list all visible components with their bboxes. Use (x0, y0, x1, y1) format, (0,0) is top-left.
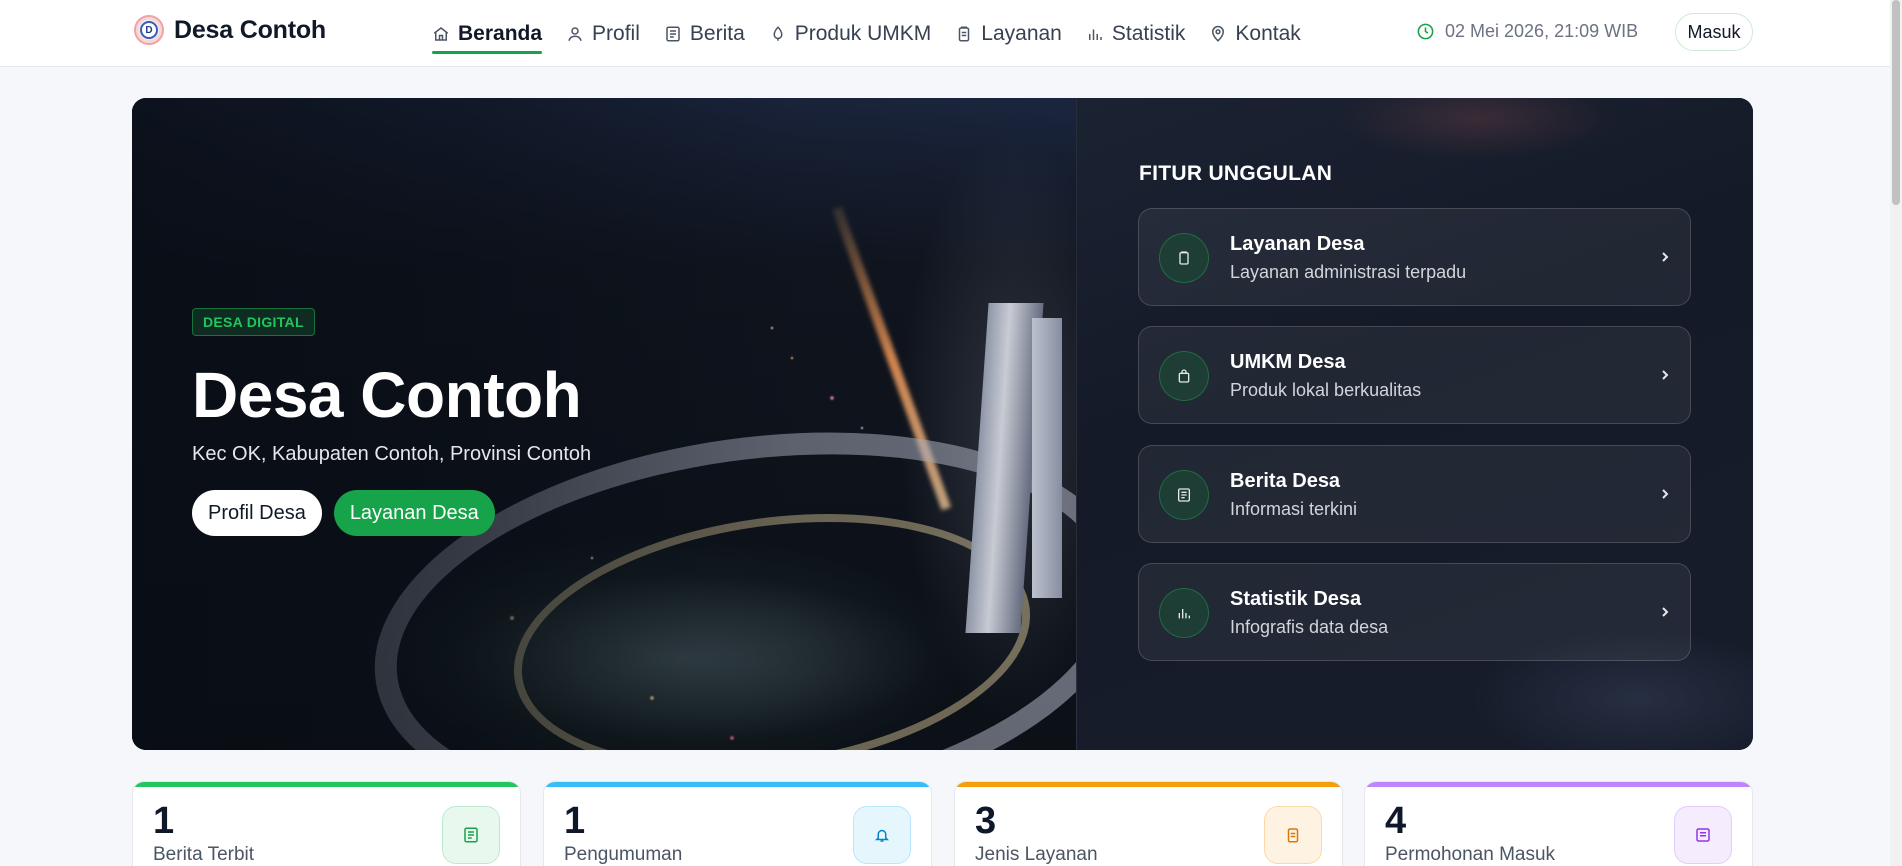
user-icon (566, 25, 584, 43)
clock-icon (1417, 23, 1434, 40)
feature-name: UMKM Desa (1230, 351, 1346, 373)
brand[interactable]: D Desa Contoh (134, 15, 326, 45)
stat-accent-bar (544, 782, 931, 787)
newspaper-icon (442, 806, 500, 864)
stat-label: Permohonan Masuk (1385, 844, 1556, 865)
chevron-right-icon (1658, 484, 1672, 504)
nav-label: Profil (592, 21, 640, 45)
stat-label: Jenis Layanan (975, 844, 1098, 865)
stat-accent-bar (133, 782, 520, 787)
bell-icon (853, 806, 911, 864)
nav-label: Produk UMKM (794, 21, 932, 45)
logo-letter: D (140, 21, 158, 39)
featured-panel: FITUR UNGGULAN Layanan Desa Layanan admi… (1076, 98, 1753, 750)
stat-accent-bar (1365, 782, 1752, 787)
page-scrollbar[interactable] (1890, 0, 1902, 866)
feature-card-berita[interactable]: Berita Desa Informasi terkini (1138, 445, 1691, 543)
stat-card-pengumuman: 1 Pengumuman (543, 781, 932, 866)
layanan-desa-button[interactable]: Layanan Desa (333, 490, 495, 537)
feature-desc: Informasi terkini (1230, 499, 1358, 519)
stat-card-permohonan: 4 Permohonan Masuk (1364, 781, 1753, 866)
hero-title: Desa Contoh (192, 359, 582, 431)
nav-item-profil[interactable]: Profil (566, 14, 640, 54)
map-pin-icon (1209, 25, 1227, 43)
hero-section: DESA DIGITAL Desa Contoh Kec OK, Kabupat… (132, 98, 1753, 750)
chevron-right-icon (1658, 365, 1672, 385)
profil-desa-button[interactable]: Profil Desa (192, 490, 322, 537)
stat-label: Pengumuman (564, 844, 683, 865)
stat-value: 3 (975, 800, 997, 842)
feature-name: Statistik Desa (1230, 588, 1362, 610)
stat-accent-bar (955, 782, 1342, 787)
stat-card-berita: 1 Berita Terbit (132, 781, 521, 866)
chevron-right-icon (1658, 247, 1672, 267)
stat-value: 1 (153, 800, 175, 842)
feature-name: Layanan Desa (1230, 233, 1365, 255)
top-navbar: D Desa Contoh Beranda Profil Berita Prod… (0, 0, 1890, 67)
nav-label: Kontak (1235, 21, 1301, 45)
chevron-right-icon (1658, 602, 1672, 622)
clipboard-icon (1159, 233, 1209, 283)
nav-label: Berita (689, 21, 745, 45)
feature-name: Berita Desa (1230, 470, 1341, 492)
newspaper-icon (664, 25, 682, 43)
brand-name: Desa Contoh (174, 15, 326, 44)
main-nav: Beranda Profil Berita Produk UMKM Layana… (432, 0, 1301, 67)
stat-card-layanan: 3 Jenis Layanan (954, 781, 1343, 866)
nav-item-kontak[interactable]: Kontak (1209, 14, 1301, 54)
nav-item-berita[interactable]: Berita (664, 14, 745, 54)
inbox-icon (1674, 806, 1732, 864)
newspaper-icon (1159, 470, 1209, 520)
clipboard-icon (1264, 806, 1322, 864)
hero-badge: DESA DIGITAL (192, 308, 315, 336)
village-logo: D (134, 15, 164, 45)
feature-card-layanan[interactable]: Layanan Desa Layanan administrasi terpad… (1138, 208, 1691, 306)
stat-label: Berita Terbit (153, 844, 255, 865)
feature-desc: Produk lokal berkualitas (1230, 380, 1422, 400)
hero-actions: Profil Desa Layanan Desa (192, 490, 792, 537)
datetime-display: 02 Mei 2026, 21:09 WIB (1416, 21, 1638, 42)
nav-label: Statistik (1111, 21, 1186, 45)
hero-subtitle: Kec OK, Kabupaten Contoh, Provinsi Conto… (192, 443, 592, 466)
nav-item-layanan[interactable]: Layanan (955, 14, 1062, 54)
datetime-text: 02 Mei 2026, 21:09 WIB (1445, 21, 1639, 41)
stat-value: 1 (564, 800, 586, 842)
bar-chart-icon (1086, 25, 1104, 43)
feature-card-umkm[interactable]: UMKM Desa Produk lokal berkualitas (1138, 326, 1691, 424)
featured-title: FITUR UNGGULAN (1139, 162, 1333, 185)
nav-item-produk-umkm[interactable]: Produk UMKM (769, 14, 932, 54)
scrollbar-thumb[interactable] (1892, 0, 1900, 205)
nav-item-statistik[interactable]: Statistik (1086, 14, 1186, 54)
home-icon (432, 25, 450, 43)
tag-icon (769, 25, 787, 43)
hero-content: DESA DIGITAL Desa Contoh Kec OK, Kabupat… (192, 308, 792, 537)
nav-label: Beranda (458, 21, 543, 45)
feature-desc: Infografis data desa (1230, 617, 1389, 637)
feature-desc: Layanan administrasi terpadu (1230, 262, 1467, 282)
feature-card-statistik[interactable]: Statistik Desa Infografis data desa (1138, 563, 1691, 661)
shopping-bag-icon (1159, 351, 1209, 401)
stat-value: 4 (1385, 800, 1407, 842)
clipboard-icon (955, 25, 973, 43)
login-button[interactable]: Masuk (1675, 13, 1753, 51)
nav-label: Layanan (981, 21, 1062, 45)
nav-item-beranda[interactable]: Beranda (432, 14, 543, 54)
bar-chart-icon (1159, 588, 1209, 638)
